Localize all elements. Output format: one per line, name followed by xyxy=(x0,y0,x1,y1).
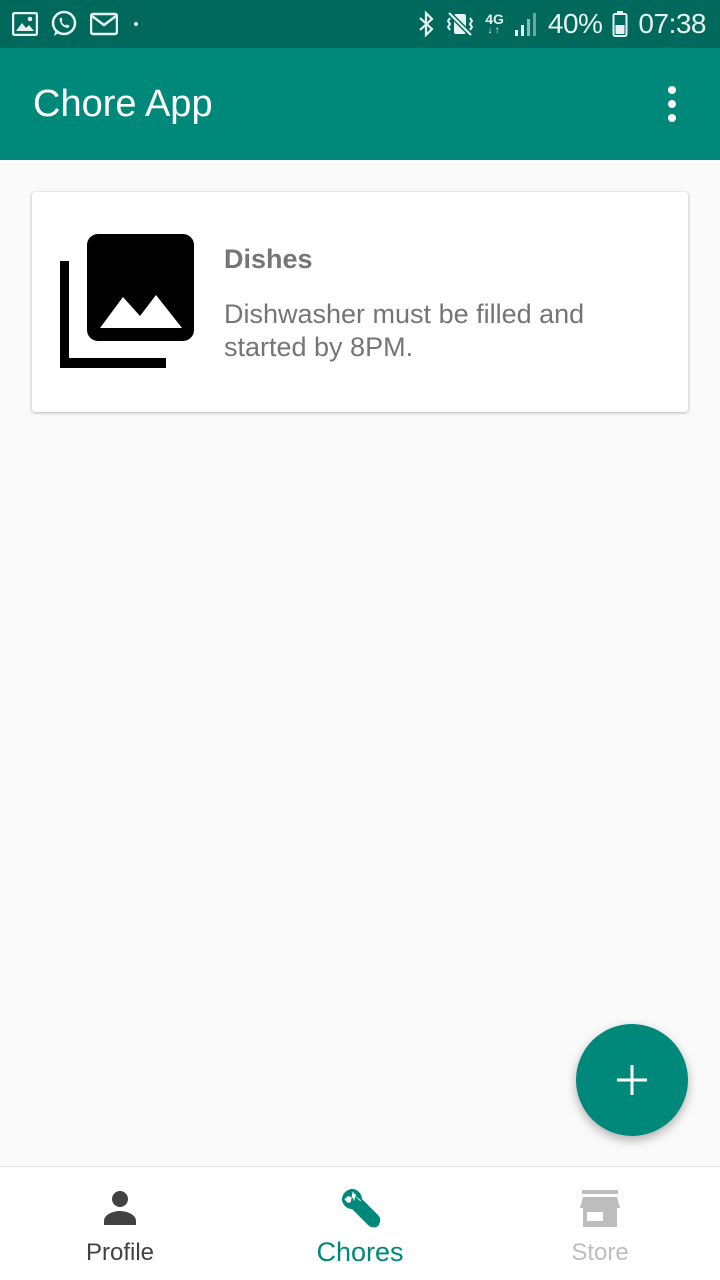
nav-label-store: Store xyxy=(571,1239,629,1266)
overflow-menu-button[interactable] xyxy=(648,80,696,128)
clock: 07:38 xyxy=(638,8,706,39)
person-icon xyxy=(104,1191,136,1225)
notification-dot xyxy=(134,22,138,26)
status-left xyxy=(12,10,150,38)
battery-icon xyxy=(612,11,628,37)
network-type: 4G xyxy=(485,11,504,27)
bluetooth-icon xyxy=(419,10,434,38)
chore-card[interactable]: Dishes Dishwasher must be filled and sta… xyxy=(32,192,688,412)
nav-label-chores: Chores xyxy=(316,1237,404,1267)
bottom-navigation: Profile Chores Store xyxy=(0,1166,720,1280)
status-bar: 4G ↓↑ 40% 07:38 xyxy=(0,0,720,48)
store-icon xyxy=(580,1190,620,1227)
wrench-icon xyxy=(341,1188,381,1228)
more-vert-icon xyxy=(668,86,676,122)
nav-item-store[interactable]: Store xyxy=(480,1167,720,1280)
signal-icon xyxy=(514,13,536,36)
add-chore-button[interactable] xyxy=(576,1024,688,1136)
add-icon xyxy=(617,1065,647,1095)
app-bar: Chore App xyxy=(0,48,720,160)
network-indicator: 4G ↓↑ xyxy=(485,12,504,36)
nav-item-profile[interactable]: Profile xyxy=(0,1167,240,1280)
app-title: Chore App xyxy=(33,82,213,125)
status-right: 4G ↓↑ 40% 07:38 xyxy=(407,8,706,40)
whatsapp-icon xyxy=(51,10,77,36)
battery-percent: 40% xyxy=(547,8,603,39)
nav-item-chores[interactable]: Chores xyxy=(240,1167,480,1280)
photo-library-icon xyxy=(60,234,194,368)
nav-label-profile: Profile xyxy=(85,1239,155,1266)
vibrate-icon xyxy=(446,11,474,37)
chore-description: Dishwasher must be filled and started by… xyxy=(224,299,585,362)
data-arrows-icon: ↓↑ xyxy=(487,25,502,36)
mail-icon xyxy=(90,12,118,36)
gallery-icon xyxy=(12,12,38,36)
chore-title: Dishes xyxy=(224,244,313,274)
